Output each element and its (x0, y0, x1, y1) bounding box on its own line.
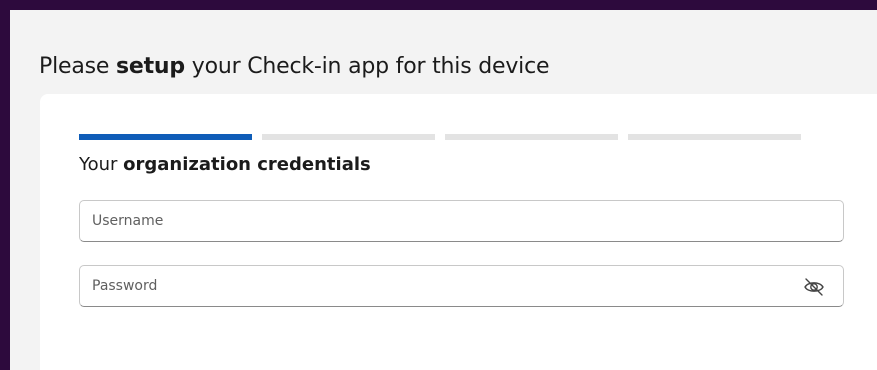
page-title-prefix: Please (39, 54, 116, 79)
page-title: Please setup your Check-in app for this … (39, 54, 550, 79)
progress-step-4 (628, 134, 801, 140)
setup-card: Your organization credentials (40, 94, 877, 370)
step-progress (79, 134, 801, 140)
section-title-prefix: Your (79, 154, 124, 175)
progress-step-3 (445, 134, 618, 140)
app-window: Please setup your Check-in app for this … (10, 10, 877, 370)
password-input[interactable] (80, 266, 843, 306)
section-title: Your organization credentials (79, 154, 371, 175)
page-title-suffix: your Check-in app for this device (184, 54, 550, 79)
progress-step-1 (79, 134, 252, 140)
username-field[interactable] (79, 200, 844, 242)
password-field[interactable] (79, 265, 844, 307)
eye-slash-icon[interactable] (803, 277, 825, 297)
username-input[interactable] (80, 201, 843, 241)
section-title-emphasis: organization credentials (123, 154, 371, 175)
page-title-emphasis: setup (116, 54, 185, 79)
progress-step-2 (262, 134, 435, 140)
